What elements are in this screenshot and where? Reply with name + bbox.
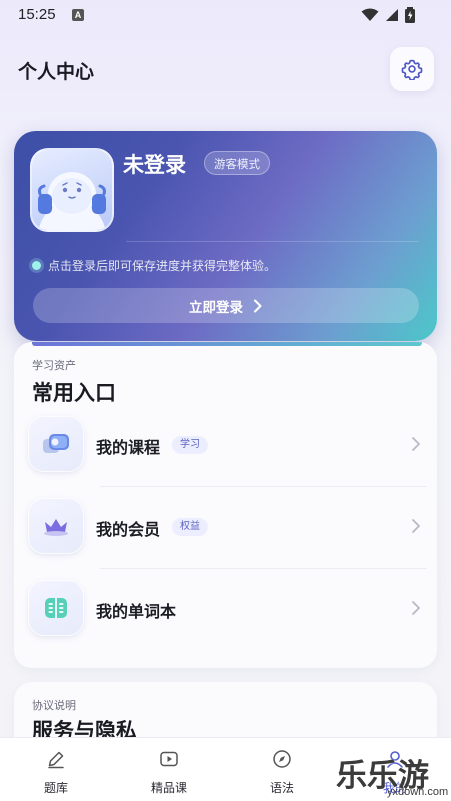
entry-my-membership[interactable]: 我的会员 权益 (28, 498, 423, 560)
nav-item-question-bank[interactable]: 题库 (16, 738, 96, 801)
login-status: 未登录 (123, 153, 186, 177)
entry-icon-frame (28, 416, 84, 472)
login-button[interactable]: 立即登录 (33, 288, 419, 323)
common-entries-card: 学习资产 常用入口 我的课程 学习 我的会员 权益 我的单词本 (14, 342, 437, 668)
chevron-right-icon (254, 299, 262, 312)
status-bar: 15:25 A (0, 0, 451, 30)
avatar[interactable] (30, 148, 114, 232)
profile-card[interactable]: 未登录 游客模式 点击登录后即可保存进度并获得完整体验。 立即登录 (14, 131, 437, 341)
notebook-icon (45, 598, 67, 618)
signal-icon (386, 9, 398, 21)
page-title: 个人中心 (18, 61, 95, 83)
card-divider (126, 241, 419, 242)
entry-my-wordbook[interactable]: 我的单词本 (28, 580, 423, 642)
entry-my-courses[interactable]: 我的课程 学习 (28, 416, 423, 478)
entry-divider (100, 486, 427, 487)
entry-icon-frame (28, 498, 84, 554)
mascot-avatar-icon (38, 172, 106, 230)
play-icon (160, 751, 178, 767)
edit-icon (48, 751, 64, 769)
nav-item-premium-course[interactable]: 精品课 (129, 738, 209, 801)
accent-line (32, 342, 422, 346)
agreement-caption: 协议说明 (32, 699, 76, 712)
hint-dot-icon (32, 261, 41, 270)
chevron-right-icon (412, 519, 420, 533)
entry-tag: 学习 (172, 436, 208, 454)
entry-icon-frame (28, 580, 84, 636)
crown-icon (44, 519, 68, 536)
notification-app-icon: A (72, 9, 84, 21)
section-caption: 学习资产 (32, 359, 76, 372)
chevron-right-icon (412, 437, 420, 451)
entry-label: 我的单词本 (96, 602, 177, 621)
login-hint: 点击登录后即可保存进度并获得完整体验。 (48, 259, 277, 273)
nav-label: 精品课 (150, 781, 187, 795)
nav-item-grammar[interactable]: 语法 (242, 738, 322, 801)
compass-icon (273, 750, 291, 768)
entry-tag: 权益 (172, 518, 208, 536)
settings-button[interactable] (390, 47, 434, 91)
wifi-icon (361, 8, 379, 21)
entry-label: 我的课程 (96, 438, 161, 457)
status-icons (361, 7, 415, 23)
course-icon (43, 434, 69, 453)
nav-label: 语法 (269, 781, 294, 795)
guest-mode-badge: 游客模式 (204, 151, 270, 175)
watermark: 乐乐游戏 yxdown.com (325, 748, 451, 801)
entry-label: 我的会员 (96, 520, 161, 539)
battery-icon (405, 7, 415, 23)
nav-label: 题库 (43, 781, 68, 795)
login-button-label: 立即登录 (189, 299, 243, 316)
gear-icon (401, 59, 423, 80)
section-title: 常用入口 (32, 381, 116, 405)
chevron-right-icon (412, 601, 420, 615)
watermark-url: yxdown.com (387, 786, 449, 798)
entry-divider (100, 568, 427, 569)
status-time: 15:25 (18, 6, 56, 23)
